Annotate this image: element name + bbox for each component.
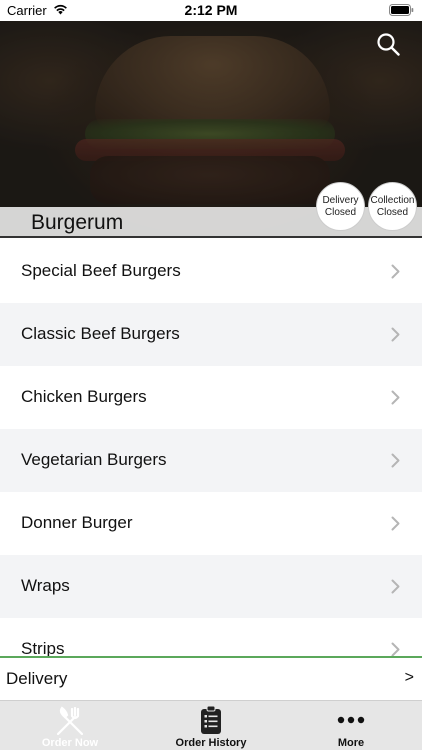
category-label: Wraps: [21, 576, 70, 595]
category-item-strips[interactable]: Strips: [0, 618, 422, 658]
clipboard-icon: [201, 705, 221, 734]
collection-status-badge: Collection Closed: [368, 182, 417, 231]
chevron-right-icon: [391, 264, 400, 279]
clock: 2:12 PM: [184, 2, 238, 18]
more-dots-icon: [337, 716, 365, 724]
collection-status-line2: Closed: [376, 206, 409, 218]
chevron-right-icon: [391, 579, 400, 594]
status-bar: Carrier 2:12 PM: [0, 0, 422, 21]
tab-more[interactable]: More: [281, 701, 421, 750]
delivery-status-line1: Delivery: [322, 194, 359, 206]
category-item-wraps[interactable]: Wraps: [0, 555, 422, 618]
category-label: Chicken Burgers: [21, 387, 147, 406]
chevron-right-icon: [391, 516, 400, 531]
delivery-status-badge: Delivery Closed: [316, 182, 365, 231]
restaurant-name: Burgerum: [31, 211, 124, 234]
category-label: Special Beef Burgers: [21, 261, 181, 280]
delivery-mode-label: Delivery: [6, 669, 68, 688]
tab-order-now[interactable]: Order Now: [0, 701, 140, 750]
chevron-right-icon: [391, 453, 400, 468]
tab-label: More: [337, 737, 365, 749]
chevron-right-icon: [391, 642, 400, 657]
delivery-mode-selector[interactable]: Delivery >: [0, 656, 422, 700]
tab-label: Order History: [175, 737, 247, 749]
category-list: Special Beef Burgers Classic Beef Burger…: [0, 240, 422, 658]
category-label: Classic Beef Burgers: [21, 324, 180, 343]
category-item-vegetarian-burgers[interactable]: Vegetarian Burgers: [0, 429, 422, 492]
chevron-right-icon: [391, 327, 400, 342]
hero-divider: [0, 236, 422, 238]
category-label: Donner Burger: [21, 513, 133, 532]
category-item-special-beef-burgers[interactable]: Special Beef Burgers: [0, 240, 422, 303]
delivery-mode-arrow: >: [404, 669, 414, 686]
delivery-status-line2: Closed: [324, 206, 357, 218]
category-item-chicken-burgers[interactable]: Chicken Burgers: [0, 366, 422, 429]
category-label: Vegetarian Burgers: [21, 450, 167, 469]
search-icon[interactable]: [376, 32, 400, 56]
tab-label: Order Now: [41, 737, 99, 749]
battery-icon: [389, 4, 414, 16]
collection-status-line1: Collection: [370, 194, 415, 206]
fork-knife-icon: [56, 706, 84, 736]
category-item-classic-beef-burgers[interactable]: Classic Beef Burgers: [0, 303, 422, 366]
tab-order-history[interactable]: Order History: [141, 701, 281, 750]
hero-banner: Burgerum Delivery Closed Collection Clos…: [0, 21, 422, 238]
category-item-donner-burger[interactable]: Donner Burger: [0, 492, 422, 555]
chevron-right-icon: [391, 390, 400, 405]
tab-bar: Order Now Order History More: [0, 700, 422, 750]
